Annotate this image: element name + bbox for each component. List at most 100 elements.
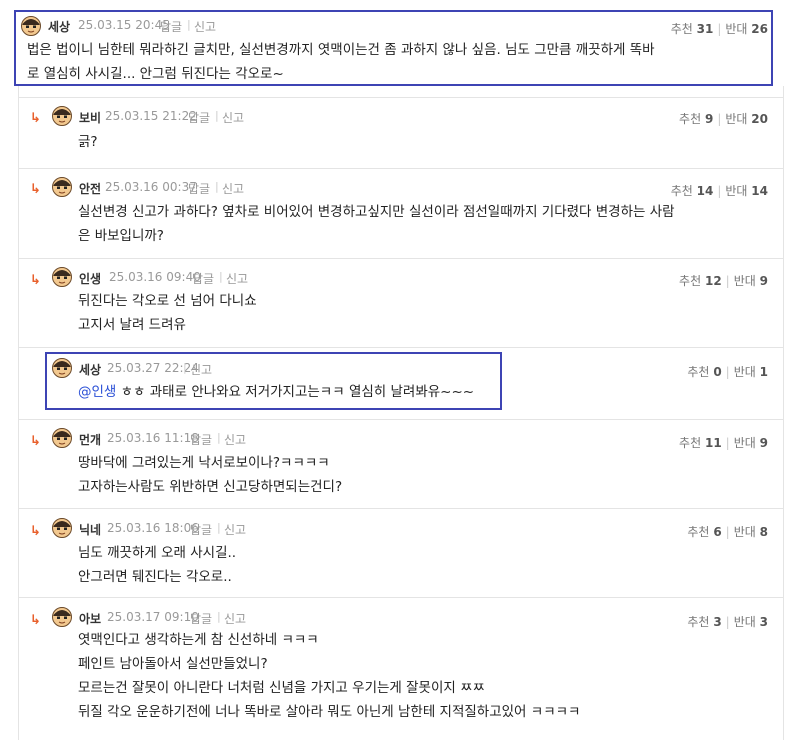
comment-date: 25.03.16 00:37	[105, 180, 197, 194]
reply-button[interactable]: 답글	[160, 18, 182, 35]
reply-button[interactable]: 답글	[192, 270, 214, 287]
downvote-count: 9	[759, 274, 768, 288]
comment-author[interactable]: 세상	[48, 18, 70, 35]
comment-body: 님도 깨끗하게 오래 사시길.. 안그러면 뒈진다는 각오로..	[78, 545, 237, 585]
divider: |	[219, 270, 223, 283]
comment-body: 실선변경 신고가 과하다? 옆차로 비어있어 변경하고싶지만 실선이라 점선일때…	[78, 204, 675, 244]
upvote-count: 12	[704, 274, 722, 288]
report-button[interactable]: 신고	[194, 18, 216, 35]
comment-body: 엿맥인다고 생각하는게 참 신선하네 ㅋㅋㅋ 페인트 남아돌아서 실선만들었니?…	[78, 632, 581, 720]
comment-body: 법은 법이니 님한테 뭐라하긴 글치만, 실선변경까지 엿맥이는건 좀 과하지 …	[27, 42, 655, 82]
upvote-button[interactable]: 추천 9	[679, 112, 713, 126]
reply-arrow-icon: ↳	[30, 111, 41, 126]
mention-link[interactable]: @인생	[78, 384, 116, 400]
downvote-button[interactable]: 반대 9	[734, 436, 768, 450]
reply-button[interactable]: 답글	[188, 180, 210, 197]
upvote-count: 14	[696, 184, 714, 198]
divider: |	[217, 521, 221, 534]
upvote-count: 9	[704, 112, 714, 126]
divider	[18, 97, 783, 98]
upvote-button[interactable]: 추천 12	[679, 274, 722, 288]
avatar-icon	[52, 177, 72, 197]
divider	[18, 419, 783, 420]
downvote-count: 1	[759, 365, 768, 379]
avatar-icon	[52, 607, 72, 627]
avatar-icon	[52, 518, 72, 538]
avatar-icon	[52, 358, 72, 378]
report-button[interactable]: 신고	[226, 270, 248, 287]
upvote-count: 0	[713, 365, 722, 379]
avatar-icon	[52, 106, 72, 126]
thread-right-border	[783, 86, 784, 740]
comment-author[interactable]: 보비	[79, 109, 101, 126]
report-button[interactable]: 신고	[222, 109, 244, 126]
report-button[interactable]: 신고	[224, 610, 246, 627]
comment-author[interactable]: 세상	[79, 361, 101, 378]
comment-date: 25.03.16 11:18	[107, 431, 199, 445]
divider	[18, 597, 783, 598]
report-button[interactable]: 신고	[222, 180, 244, 197]
comment-body: 뒤진다는 각오로 선 넘어 다니쇼 고지서 날려 드려유	[78, 293, 257, 333]
divider: |	[187, 18, 191, 31]
upvote-button[interactable]: 추천 6	[687, 525, 721, 539]
downvote-button[interactable]: 반대 26	[725, 22, 768, 36]
downvote-count: 9	[759, 436, 768, 450]
vote-box: 추천 12 | 반대 9	[679, 274, 768, 288]
reply-arrow-icon: ↳	[30, 273, 41, 288]
divider	[18, 508, 783, 509]
divider: |	[183, 361, 187, 374]
upvote-button[interactable]: 추천 0	[687, 365, 721, 379]
reply-button[interactable]: 답글	[190, 431, 212, 448]
vote-box: 추천 0 | 반대 1	[687, 365, 768, 379]
downvote-button[interactable]: 반대 9	[734, 274, 768, 288]
downvote-button[interactable]: 반대 20	[725, 112, 768, 126]
upvote-count: 3	[713, 615, 722, 629]
divider	[18, 168, 783, 169]
upvote-button[interactable]: 추천 14	[671, 184, 714, 198]
upvote-count: 6	[713, 525, 722, 539]
report-button[interactable]: 신고	[190, 361, 212, 378]
downvote-button[interactable]: 반대 1	[734, 365, 768, 379]
divider	[18, 258, 783, 259]
upvote-button[interactable]: 추천 3	[687, 615, 721, 629]
downvote-count: 8	[759, 525, 768, 539]
reply-button[interactable]: 답글	[188, 109, 210, 126]
comment-date: 25.03.15 21:22	[105, 109, 197, 123]
comment-author[interactable]: 먼개	[79, 431, 101, 448]
reply-arrow-icon: ↳	[30, 434, 41, 449]
comment-body: @인생 ㅎㅎ 과태로 안나와요 저거가지고는ㅋㅋ 열심히 날려봐유~~~	[78, 384, 475, 400]
reply-arrow-icon: ↳	[30, 613, 41, 628]
upvote-button[interactable]: 추천 11	[679, 436, 722, 450]
comment-date: 25.03.15 20:45	[78, 18, 170, 32]
reply-button[interactable]: 답글	[190, 521, 212, 538]
avatar-icon	[52, 428, 72, 448]
comment-date: 25.03.16 18:06	[107, 521, 199, 535]
vote-box: 추천 14 | 반대 14	[670, 184, 768, 198]
downvote-count: 26	[751, 22, 768, 36]
downvote-button[interactable]: 반대 8	[734, 525, 768, 539]
reply-arrow-icon: ↳	[30, 524, 41, 539]
report-button[interactable]: 신고	[224, 431, 246, 448]
downvote-button[interactable]: 반대 14	[725, 184, 768, 198]
downvote-count: 14	[751, 184, 768, 198]
downvote-button[interactable]: 반대 3	[734, 615, 768, 629]
avatar-icon	[21, 16, 41, 36]
reply-button[interactable]: 답글	[190, 610, 212, 627]
comment-author[interactable]: 인생	[79, 270, 101, 287]
comment-author[interactable]: 아보	[79, 610, 101, 627]
vote-box: 추천 3 | 반대 3	[687, 615, 768, 629]
vote-box: 추천 31 | 반대 26	[670, 22, 768, 36]
comment-date: 25.03.17 09:10	[107, 610, 199, 624]
report-button[interactable]: 신고	[224, 521, 246, 538]
divider: |	[217, 610, 221, 623]
divider: |	[217, 431, 221, 444]
divider: |	[215, 180, 219, 193]
downvote-count: 20	[751, 112, 768, 126]
avatar-icon	[52, 267, 72, 287]
vote-box: 추천 9 | 반대 20	[679, 112, 768, 126]
downvote-count: 3	[759, 615, 768, 629]
upvote-button[interactable]: 추천 31	[671, 22, 714, 36]
comment-date: 25.03.16 09:40	[109, 270, 201, 284]
comment-author[interactable]: 안전	[79, 180, 101, 197]
comment-author[interactable]: 닉네	[79, 521, 101, 538]
